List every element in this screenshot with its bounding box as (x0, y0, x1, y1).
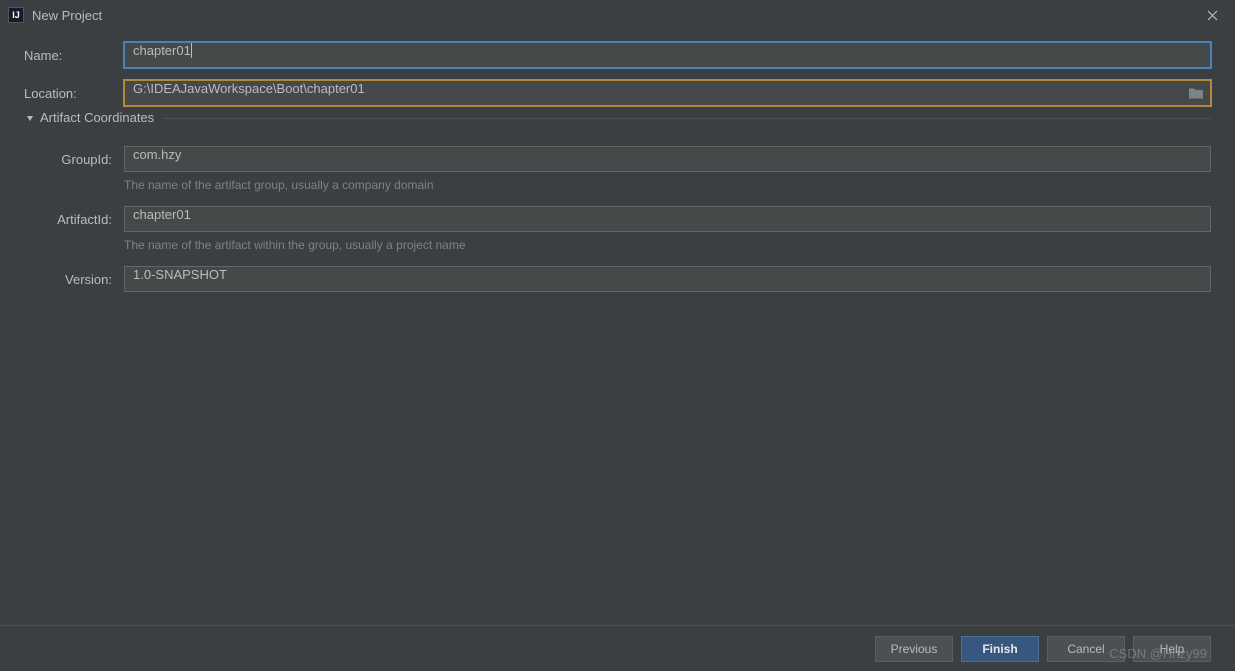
location-value: G:\IDEAJavaWorkspace\Boot\chapter01 (133, 81, 365, 96)
name-input[interactable]: chapter01 (124, 42, 1211, 68)
cancel-button[interactable]: Cancel (1047, 636, 1125, 662)
section-title: Artifact Coordinates (40, 110, 154, 125)
artifact-id-input[interactable]: chapter01 (124, 206, 1211, 232)
app-icon: IJ (8, 7, 24, 23)
browse-folder-button[interactable] (1188, 87, 1204, 100)
previous-button[interactable]: Previous (875, 636, 953, 662)
artifact-coordinates-body: GroupId: com.hzy The name of the artifac… (24, 146, 1211, 292)
version-input[interactable]: 1.0-SNAPSHOT (124, 266, 1211, 292)
version-value: 1.0-SNAPSHOT (133, 267, 227, 282)
titlebar: IJ New Project (0, 0, 1235, 30)
group-id-input[interactable]: com.hzy (124, 146, 1211, 172)
name-label: Name: (24, 48, 124, 63)
artifact-coordinates-header[interactable]: Artifact Coordinates (24, 118, 1211, 134)
artifact-id-hint: The name of the artifact within the grou… (124, 238, 1211, 252)
name-value: chapter01 (133, 43, 191, 58)
group-id-value: com.hzy (133, 147, 181, 162)
finish-button[interactable]: Finish (961, 636, 1039, 662)
dialog-footer: Previous Finish Cancel Help (0, 625, 1235, 671)
location-label: Location: (24, 86, 124, 101)
version-label: Version: (24, 272, 124, 287)
close-icon (1207, 10, 1218, 21)
group-id-label: GroupId: (24, 152, 124, 167)
dialog-content: Name: chapter01 Location: G:\IDEAJavaWor… (0, 30, 1235, 292)
location-input[interactable]: G:\IDEAJavaWorkspace\Boot\chapter01 (124, 80, 1211, 106)
folder-icon (1188, 87, 1204, 100)
group-id-hint: The name of the artifact group, usually … (124, 178, 1211, 192)
help-button[interactable]: Help (1133, 636, 1211, 662)
artifact-id-value: chapter01 (133, 207, 191, 222)
artifact-id-label: ArtifactId: (24, 212, 124, 227)
window-title: New Project (32, 8, 1197, 23)
expand-arrow-icon (24, 112, 36, 124)
close-button[interactable] (1197, 0, 1227, 30)
